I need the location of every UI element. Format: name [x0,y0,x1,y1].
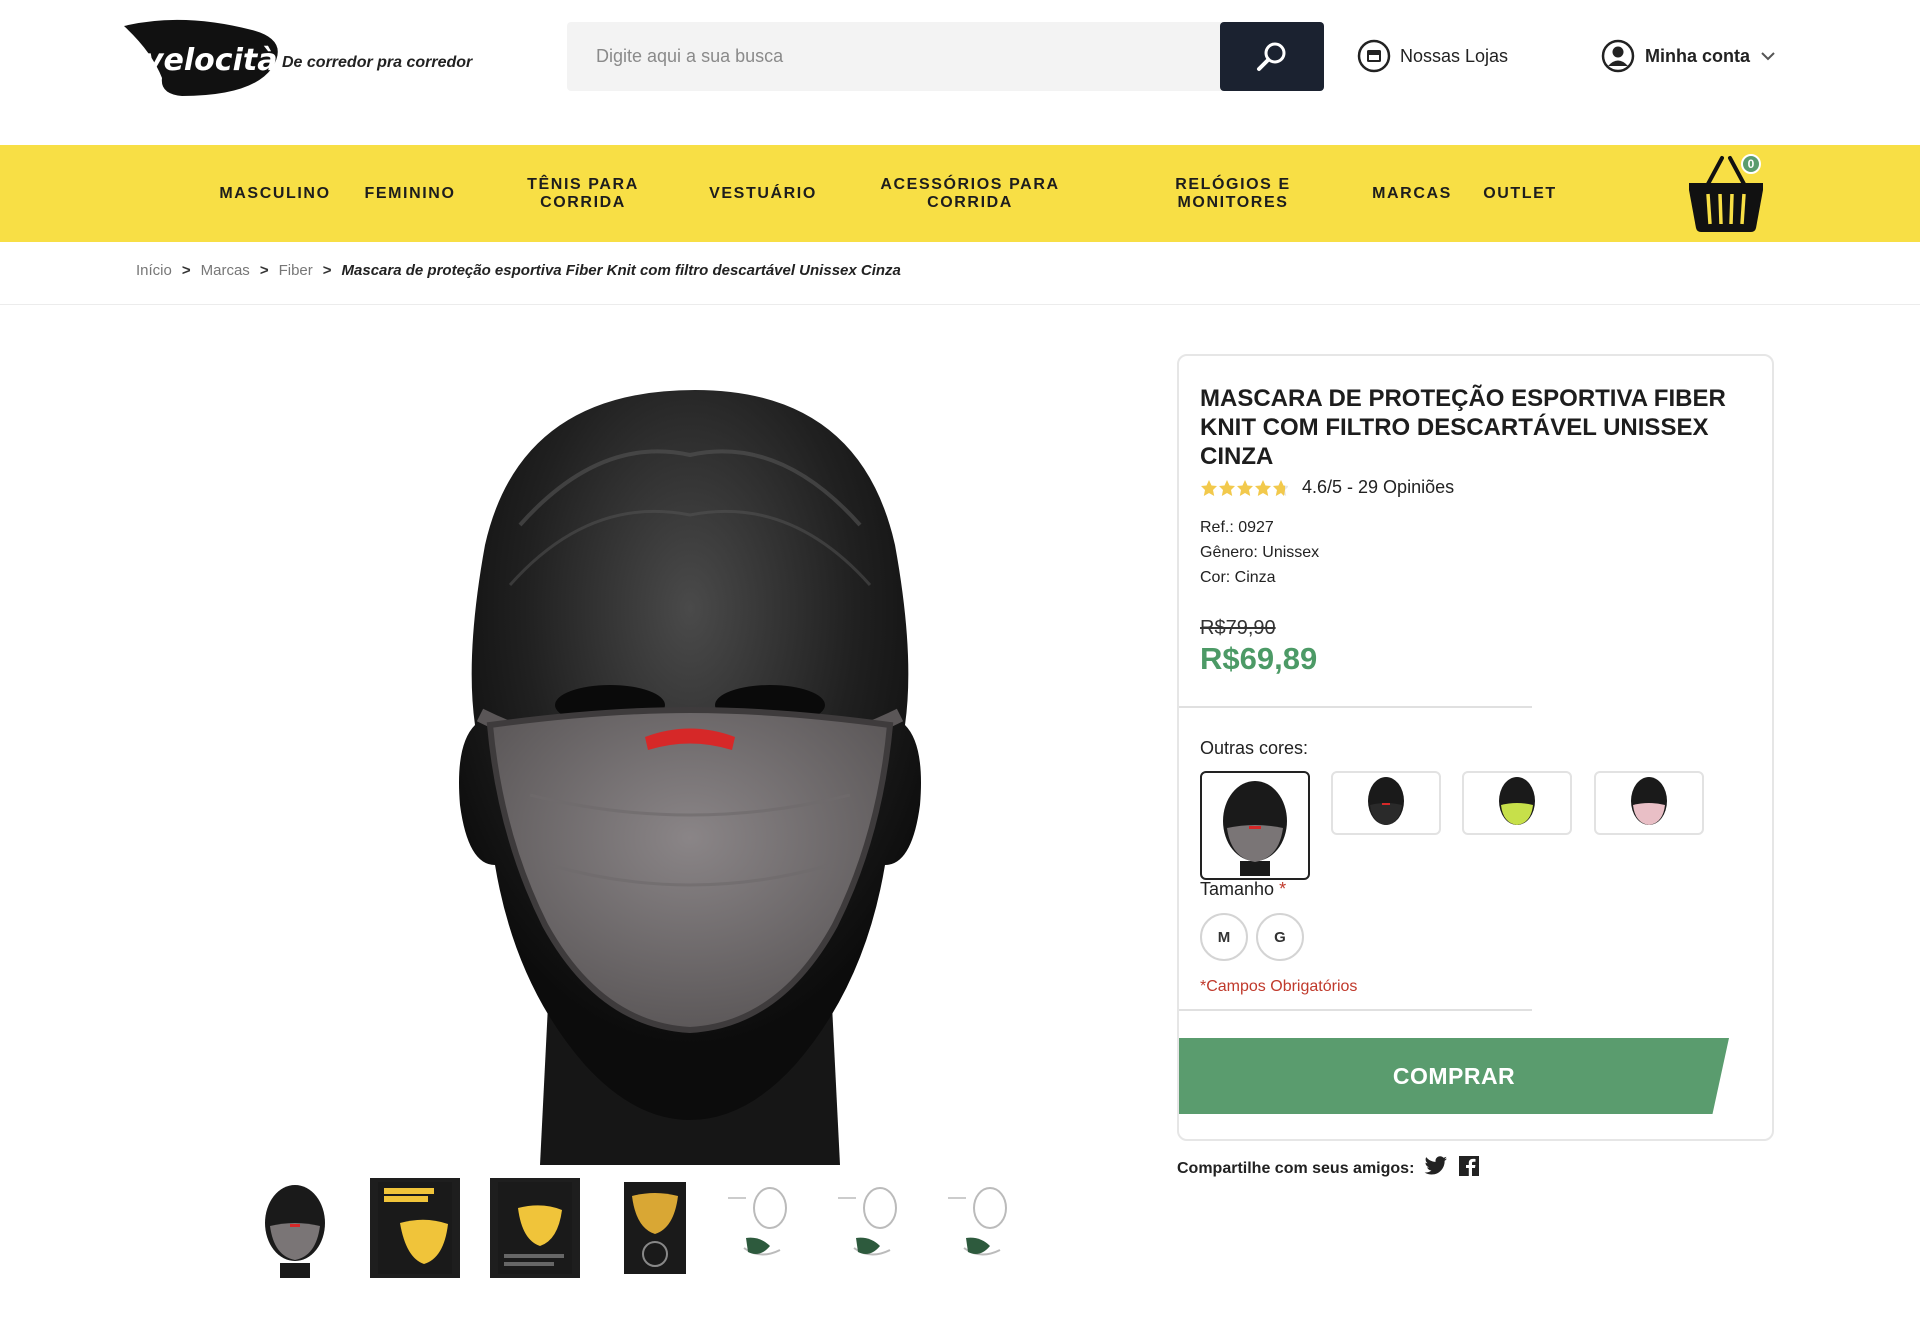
thumbnail-image [378,1182,452,1274]
product-title: MASCARA DE PROTEÇÃO ESPORTIVA FIBER KNIT… [1200,385,1726,470]
cart-count-badge: 0 [1741,154,1761,174]
breadcrumb-link-marcas[interactable]: Marcas [201,262,250,279]
product-main-image[interactable] [340,365,1050,1165]
swatch-image [1223,780,1287,876]
thumbnail-image [498,1182,572,1274]
thumbnail-image [624,1182,686,1274]
section-divider [1179,706,1532,708]
size-option-m[interactable]: M [1200,913,1248,961]
breadcrumb-link-inicio[interactable]: Início [136,262,172,279]
nav-item-masculino[interactable]: MASCULINO [212,145,338,242]
facebook-icon[interactable] [1458,1155,1480,1182]
nav-item-feminino[interactable]: FEMININO [356,145,464,242]
product-photo [459,390,921,1165]
logo-mark: velocità [124,19,278,96]
user-icon [1601,39,1635,73]
color-swatch-rosa[interactable] [1594,771,1704,835]
current-price: R$69,89 [1200,641,1318,676]
rating-text: 4.6/5 - 29 Opiniões [1302,477,1455,497]
nav-item-relogios[interactable]: RELÓGIOS E MONITORES [1158,145,1308,242]
breadcrumb-link-fiber[interactable]: Fiber [279,262,313,279]
product-color: Cor: Cinza [1200,569,1276,586]
required-mark: * [1279,879,1287,899]
product-gender: Gênero: Unissex [1200,544,1320,561]
thumbnail-image [728,1187,787,1256]
site-logo[interactable]: velocità De corredor pra corredor [122,18,482,102]
other-colors-label: Outras cores: [1200,738,1309,758]
nav-item-vestuario[interactable]: VESTUÁRIO [702,145,824,242]
twitter-icon[interactable] [1424,1156,1448,1181]
account-label: Minha conta [1645,45,1751,66]
product-rating[interactable]: 4.6/5 - 29 Opiniões [1200,477,1454,498]
thumbnail-3[interactable] [490,1178,580,1278]
size-label-text: Tamanho [1200,879,1275,899]
breadcrumb-current: Mascara de proteção esportiva Fiber Knit… [341,262,901,279]
header-divider [0,304,1920,305]
stores-label: Nossas Lojas [1400,45,1509,66]
star-icon [1201,479,1288,496]
swatch-image [1368,777,1404,825]
main-nav: MASCULINO FEMININO TÊNIS PARA CORRIDA VE… [0,145,1920,242]
buy-button[interactable]: COMPRAR [1179,1038,1729,1114]
account-menu[interactable]: Minha conta [1601,38,1776,74]
share-label: Compartilhe com seus amigos: [1177,1159,1415,1177]
color-swatch-preto[interactable] [1331,771,1441,835]
old-price: R$79,90 [1200,617,1276,639]
thumbnail-image [838,1187,897,1256]
thumbnail-7[interactable] [940,1178,1030,1278]
swatch-image [1499,777,1535,825]
nav-item-tenis[interactable]: TÊNIS PARA CORRIDA [516,145,650,242]
color-swatch-amarelo[interactable] [1462,771,1572,835]
required-fields-note: *Campos Obrigatórios [1200,978,1358,995]
thumbnail-6[interactable] [830,1178,920,1278]
breadcrumb-separator: > [322,262,332,279]
share-section: Compartilhe com seus amigos: [1177,1155,1480,1182]
search-icon [1257,42,1286,71]
breadcrumb-separator: > [259,262,269,279]
chevron-down-icon [1761,52,1775,61]
stores-link[interactable]: Nossas Lojas [1357,38,1508,74]
color-swatch-cinza[interactable] [1200,771,1310,880]
thumbnail-1[interactable] [250,1178,340,1278]
search-bar [567,22,1324,91]
thumbnail-strip [250,1178,1040,1278]
thumbnail-2[interactable] [370,1178,460,1278]
logo-wordmark: velocità [144,43,277,78]
thumbnail-5[interactable] [720,1178,810,1278]
site-header: velocità De corredor pra corredor Nossas… [0,0,1920,145]
nav-item-outlet[interactable]: OUTLET [1476,145,1564,242]
rating-stars [1200,479,1288,497]
breadcrumb: Início > Marcas > Fiber > Mascara de pro… [136,262,901,279]
search-button[interactable] [1220,22,1324,91]
nav-item-marcas[interactable]: MARCAS [1364,145,1460,242]
product-meta: Ref.: 0927 Gênero: Unissex Cor: Cinza [1200,515,1319,590]
breadcrumb-separator: > [181,262,191,279]
nav-item-acessorios[interactable]: ACESSÓRIOS PARA CORRIDA [870,145,1070,242]
swatch-image [1631,777,1667,825]
store-icon [1357,39,1391,73]
search-input[interactable] [567,22,1220,91]
thumbnail-4[interactable] [610,1178,700,1278]
size-option-g[interactable]: G [1256,913,1304,961]
thumbnail-image [265,1185,325,1278]
thumbnail-image [948,1187,1007,1256]
product-ref: Ref.: 0927 [1200,519,1274,536]
section-divider [1179,1009,1532,1011]
size-label: Tamanho * [1200,879,1286,900]
logo-tagline: De corredor pra corredor [282,54,473,71]
